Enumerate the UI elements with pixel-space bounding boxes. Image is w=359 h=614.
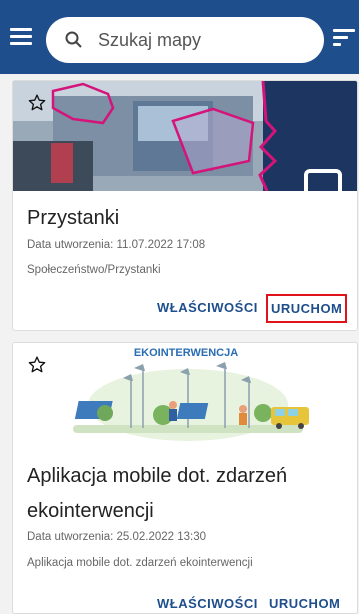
search-bar[interactable] (46, 17, 324, 63)
favorite-star-icon[interactable] (27, 355, 47, 375)
creation-date: Data utworzenia: 25.02.2022 13:30 (27, 531, 207, 543)
map-thumbnail (13, 81, 357, 191)
map-category: Społeczeństwo/Przystanki (27, 264, 161, 276)
sort-icon[interactable] (333, 29, 355, 49)
creation-date: Data utworzenia: 11.07.2022 17:08 (27, 239, 206, 251)
thumbnail-title: EKOINTERWENCJA (133, 347, 239, 359)
map-title: Przystanki (27, 207, 120, 229)
search-icon (65, 31, 82, 48)
app-bar (0, 0, 359, 74)
run-button[interactable]: URUCHOM (266, 294, 348, 323)
favorite-star-icon[interactable] (27, 93, 47, 113)
run-button[interactable]: URUCHOM (269, 596, 340, 611)
properties-button[interactable]: WŁAŚCIWOŚCI (157, 300, 258, 315)
map-card[interactable]: Przystanki Data utworzenia: 11.07.2022 1… (12, 80, 358, 331)
menu-icon[interactable] (10, 28, 32, 48)
map-card[interactable]: EKOINTERWENCJA Aplikacja mobile dot. zda… (12, 342, 358, 614)
properties-button[interactable]: WŁAŚCIWOŚCI (157, 596, 258, 611)
map-category: Aplikacja mobile dot. zdarzeń ekointerwe… (27, 557, 253, 569)
map-title-continued: ekointerwencji (27, 500, 154, 522)
map-title: Aplikacja mobile dot. zdarzeń (27, 465, 288, 487)
search-input[interactable] (98, 25, 308, 55)
